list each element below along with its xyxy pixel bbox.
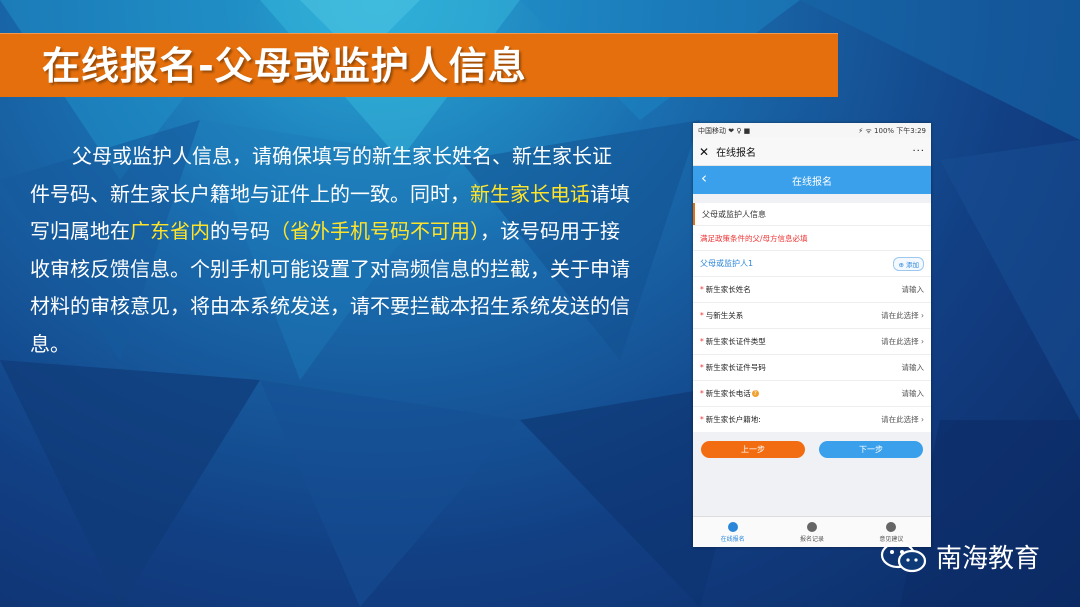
status-battery-time: ⚡ ᯤ 100% 下午3:29 [858,126,926,135]
tab-online-registration[interactable]: 在线报名 [720,521,745,543]
back-icon[interactable]: ‹ [701,169,707,187]
status-bar: 中国移动 ❤ ♀ ■ ⚡ ᯤ 100% 下午3:29 [693,123,931,138]
registration-icon [727,521,738,532]
title-bar: 在线报名-父母或监护人信息 [0,33,838,97]
required-mark: * [700,389,704,398]
prev-step-button[interactable]: 上一步 [701,441,805,458]
required-notice: 满足政策条件的父/母方信息必填 [693,225,931,250]
add-guardian-button[interactable]: ⊕ 添加 [893,256,924,271]
instruction-paragraph: 父母或监护人信息，请确保填写的新生家长姓名、新生家长证件号码、新生家长户籍地与证… [30,138,630,363]
field-phone[interactable]: * 新生家长电话 ? 请输入 [693,380,931,406]
slide-title: 在线报名-父母或监护人信息 [42,44,527,88]
field-relation[interactable]: * 与新生关系 请在此选择 › [693,302,931,328]
field-value: 请输入 [901,389,925,398]
field-value: 请在此选择 › [881,311,924,320]
user-icon [886,521,897,532]
field-value: 请输入 [901,363,925,372]
tab-label: 在线报名 [720,535,745,543]
required-mark: * [700,337,704,346]
required-mark: * [700,363,704,372]
highlight-warning: （省外手机号码不可用） [270,219,480,243]
highlight-phone: 新生家长电话 [470,181,590,206]
field-label: 新生家长户籍地: [705,415,761,424]
add-label: 添加 [906,260,919,269]
field-value: 请在此选择 › [881,415,924,424]
help-icon[interactable]: ? [751,390,759,397]
highlight-province: 广东省内 [130,219,210,243]
field-value: 请输入 [901,285,925,294]
records-icon [806,521,817,532]
next-step-button[interactable]: 下一步 [819,441,923,458]
status-carrier: 中国移动 ❤ ♀ ■ [698,126,751,135]
wechat-icon [880,541,927,572]
paragraph-part-3: 的号码 [210,219,270,243]
brand-logo: 南海教育 [878,538,1040,575]
required-mark: * [700,415,704,424]
guardian-label: 父母或监护人1 [700,259,754,268]
field-label: 新生家长证件号码 [705,363,766,372]
tab-label: 报名记录 [799,535,824,543]
more-icon[interactable]: ··· [912,146,925,157]
step-buttons: 上一步 下一步 [693,441,931,458]
brand-name: 南海教育 [936,544,1041,574]
page-header-title: 在线报名 [792,176,832,188]
field-id-type[interactable]: * 新生家长证件类型 请在此选择 › [693,328,931,354]
field-label: 新生家长姓名 [705,285,751,294]
field-label: 新生家长证件类型 [705,337,766,346]
section-title: 父母或监护人信息 [693,203,931,225]
app-bar-title: 在线报名 [716,148,757,159]
field-value: 请在此选择 › [881,337,924,346]
field-label: 新生家长电话 [705,389,751,398]
tab-registration-records[interactable]: 报名记录 [799,521,824,543]
field-household[interactable]: * 新生家长户籍地: 请在此选择 › [693,406,931,432]
app-bar: ✕ 在线报名 ··· [693,138,931,166]
close-icon[interactable]: ✕ [699,145,709,159]
page-header: ‹ 在线报名 [693,166,931,194]
field-id-number[interactable]: * 新生家长证件号码 请输入 [693,354,931,380]
field-label: 与新生关系 [705,311,744,320]
required-mark: * [700,311,704,320]
field-parent-name[interactable]: * 新生家长姓名 请输入 [693,276,931,302]
phone-screenshot: 中国移动 ❤ ♀ ■ ⚡ ᯤ 100% 下午3:29 ✕ 在线报名 ··· ‹ … [693,123,931,547]
required-mark: * [700,285,704,294]
guardian-header: 父母或监护人1 ⊕ 添加 [693,250,931,276]
